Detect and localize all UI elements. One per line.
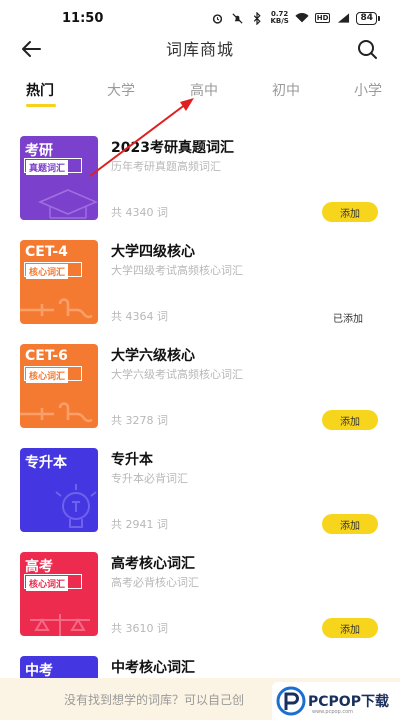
watermark: PCPOP下载 www.pcpop.com: [272, 682, 400, 720]
network-speed-unit: KB/S: [270, 17, 289, 25]
wordbook-title: 高考核心词汇: [111, 556, 195, 572]
wordbook-desc: 大学四级考试高频核心词汇: [111, 264, 243, 277]
tab-middle-school[interactable]: 初中: [272, 80, 300, 100]
wordbook-title: 大学六级核心: [111, 348, 195, 364]
wordbook-desc: 大学六级考试高频核心词汇: [111, 368, 243, 381]
battery-tip: [378, 15, 380, 21]
bluetooth-icon: [250, 11, 264, 25]
pcpop-logo-icon: [276, 686, 306, 716]
page-title: 词库商城: [165, 40, 234, 59]
mute-icon: [230, 11, 244, 25]
tab-university[interactable]: 大学: [107, 80, 135, 100]
wordbook-title: 专升本: [111, 452, 153, 468]
cover-title: CET-6: [25, 348, 68, 364]
signal-icon: [336, 11, 350, 25]
network-speed: 0.72 KB/S: [270, 11, 288, 25]
status-icons: 0.72 KB/S HD 84: [210, 11, 380, 25]
tab-high-school[interactable]: 高中: [190, 80, 218, 100]
cover-title: CET-4: [25, 244, 68, 260]
wordbook-title: 大学四级核心: [111, 244, 195, 260]
wordbook-title: 2023考研真题词汇: [111, 140, 234, 156]
tab-hot[interactable]: 热门: [26, 80, 54, 100]
wordbook-title: 中考核心词汇: [111, 660, 195, 676]
wordbook-desc: 高考必背核心词汇: [111, 576, 199, 589]
wordbook-desc: 历年考研真题高频词汇: [111, 160, 221, 173]
search-icon[interactable]: [356, 38, 378, 60]
add-button[interactable]: 添加: [322, 202, 378, 222]
watermark-subtext: www.pcpop.com: [312, 709, 353, 715]
status-time: 11:50: [62, 10, 104, 26]
tab-primary-school[interactable]: 小学: [354, 80, 382, 100]
add-button[interactable]: 添加: [322, 514, 378, 534]
cover-title: 高考: [25, 559, 53, 575]
category-tabs: 热门 大学 高中 初中 小学: [0, 74, 400, 108]
wordbook-cover: CET-4 核心词汇: [20, 240, 98, 324]
wordbook-count: 共 2941 词: [111, 518, 168, 531]
wordbook-cover: 专升本: [20, 448, 98, 532]
battery-indicator: 84: [356, 11, 380, 25]
wordbook-count: 共 3610 词: [111, 622, 168, 635]
cover-title: 专升本: [25, 455, 67, 471]
wordbook-cover: CET-6 核心词汇: [20, 344, 98, 428]
add-button[interactable]: 添加: [322, 618, 378, 638]
alarm-icon: [210, 11, 224, 25]
add-button[interactable]: 添加: [322, 410, 378, 430]
nav-bar: 词库商城: [0, 30, 400, 66]
list-item[interactable]: 高考 核心词汇 高考核心词汇 高考必背核心词汇 共 3610 词 添加: [0, 544, 400, 648]
tab-indicator: [26, 104, 56, 107]
wordbook-cover: 高考 核心词汇: [20, 552, 98, 636]
key-icon: [20, 298, 93, 319]
wordbook-count: 共 3278 词: [111, 414, 168, 427]
back-arrow-icon[interactable]: [20, 38, 42, 60]
added-status: 已添加: [333, 314, 363, 325]
list-item[interactable]: CET-6 核心词汇 大学六级核心 大学六级考试高频核心词汇 共 3278 词 …: [0, 336, 400, 440]
graduation-cap-icon: [38, 189, 98, 219]
wordbook-count: 共 4364 词: [111, 310, 168, 323]
list-item[interactable]: 专升本 专升本 专升本必背词汇 共 2941 词 添加: [0, 440, 400, 544]
list-item[interactable]: 考研 真题词汇 2023考研真题词汇 历年考研真题高频词汇 共 4340 词 添…: [0, 128, 400, 232]
wordbook-cover: 考研 真题词汇: [20, 136, 98, 220]
list-item[interactable]: CET-4 核心词汇 大学四级核心 大学四级考试高频核心词汇 共 4364 词 …: [0, 232, 400, 336]
wordbook-count: 共 4340 词: [111, 206, 168, 219]
watermark-text: PCPOP下载: [308, 694, 389, 710]
battery-level: 84: [356, 11, 377, 25]
cover-title: 中考: [25, 663, 53, 679]
hd-badge: HD: [314, 13, 331, 23]
wifi-icon: [295, 11, 309, 25]
cover-title: 考研: [25, 143, 53, 159]
key-icon: [20, 402, 93, 423]
lightbulb-icon: [55, 484, 97, 528]
wordbook-desc: 专升本必背词汇: [111, 472, 188, 485]
scale-icon: [30, 614, 90, 636]
